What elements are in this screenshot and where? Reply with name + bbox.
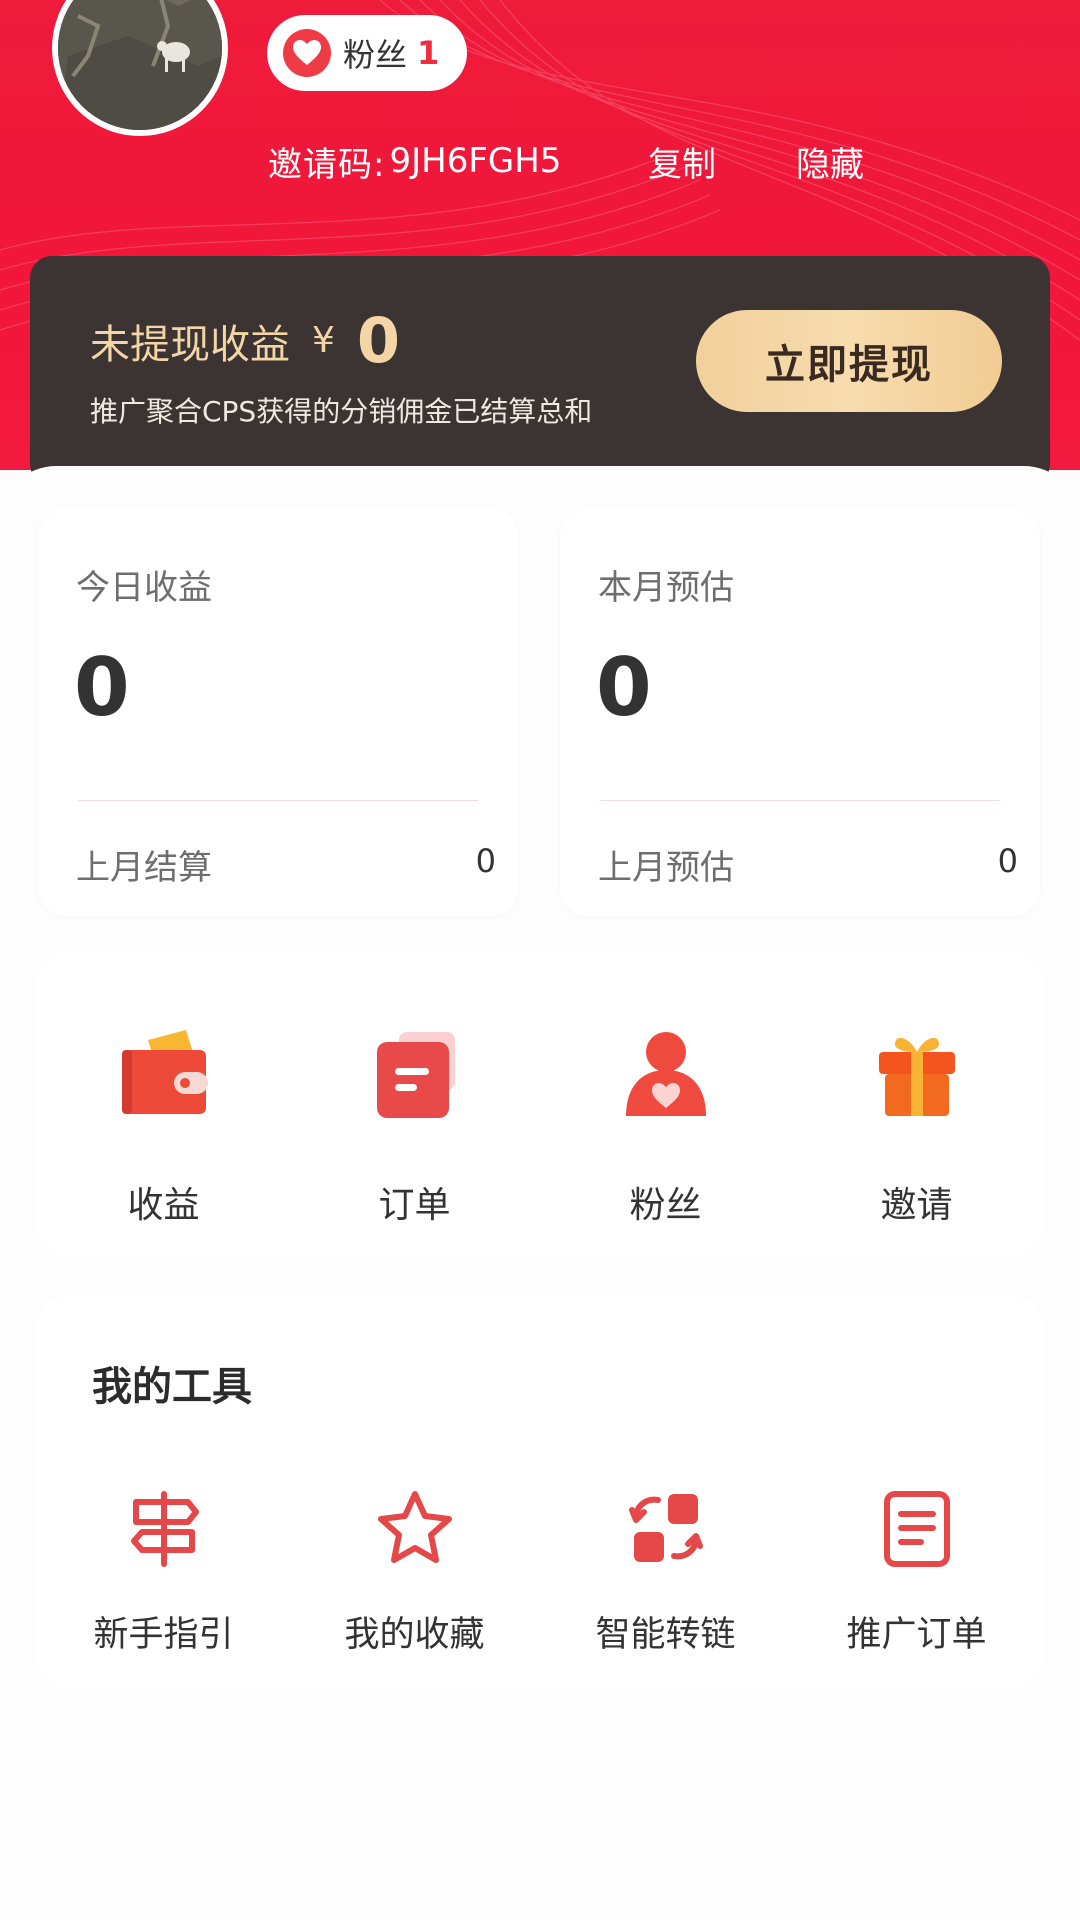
tool-label: 新手指引 [93,1615,234,1655]
stat-title: 本月预估 [598,568,734,608]
stat-sub-value: 0 [475,842,496,880]
gift-icon [867,1024,967,1124]
invite-code-row: 邀请码: 9JH6FGH5 复制 隐藏 [268,138,864,185]
month-estimate-card[interactable]: 本月预估 0 上月预估 0 [560,508,1040,916]
avatar-photo [58,0,222,130]
stat-divider [78,800,478,801]
my-tools-grid: 新手指引 我的收藏 智能转链 推广订单 [38,1486,1042,1676]
quick-action-label: 粉丝 [629,1185,702,1226]
tool-label: 智能转链 [595,1615,736,1655]
my-tools-title: 我的工具 [92,1364,252,1410]
stat-divider [600,800,1000,801]
invite-code-value: 9JH6FGH5 [389,141,562,181]
fans-badge[interactable]: 粉丝 1 [267,15,467,91]
quick-action-label: 订单 [378,1185,451,1226]
copy-invite-code-button[interactable]: 复制 [648,137,716,186]
withdraw-now-button[interactable]: 立即提现 [696,310,1002,412]
hide-invite-code-button[interactable]: 隐藏 [796,137,864,186]
signpost-icon [122,1486,206,1570]
quick-action-invite[interactable]: 邀请 [791,950,1042,1258]
tool-my-favorites[interactable]: 我的收藏 [289,1486,540,1676]
invite-code-label: 邀请码: [268,144,386,185]
star-icon [373,1486,457,1570]
stat-sub-label: 上月预估 [598,848,734,888]
quick-action-earnings[interactable]: 收益 [38,950,289,1258]
my-tools-card: 我的工具 新手指引 我的收藏 智能转链 推广订单 [38,1296,1042,1690]
stat-sub-label: 上月结算 [76,848,212,888]
order-icon [365,1024,465,1124]
quick-action-fans[interactable]: 粉丝 [540,950,791,1258]
document-icon [875,1486,959,1570]
heart-icon [283,29,331,77]
earnings-description: 推广聚合CPS获得的分销佣金已结算总和 [90,395,593,428]
wallet-icon [114,1024,214,1124]
quick-actions-grid: 收益 订单 粉丝 邀请 [38,950,1042,1258]
fans-count: 1 [417,34,440,72]
quick-action-orders[interactable]: 订单 [289,950,540,1258]
quick-actions-card: 收益 订单 粉丝 邀请 [38,950,1042,1258]
tool-label: 推广订单 [846,1615,987,1655]
stat-value: 0 [596,641,652,734]
currency-symbol: ¥ [312,320,335,361]
earnings-title-row: 未提现收益 ¥ 0 [90,304,400,377]
stat-title: 今日收益 [76,568,212,608]
stat-sub-value: 0 [997,842,1018,880]
fans-label: 粉丝 [343,36,408,74]
tool-label: 我的收藏 [344,1615,485,1655]
earnings-amount: 0 [356,304,401,377]
earnings-title: 未提现收益 [90,321,290,368]
today-earnings-card[interactable]: 今日收益 0 上月结算 0 [38,508,518,916]
fans-icon [616,1024,716,1124]
tool-beginner-guide[interactable]: 新手指引 [38,1486,289,1676]
convert-link-icon [624,1486,708,1570]
tool-smart-link-convert[interactable]: 智能转链 [540,1486,791,1676]
tool-promotion-orders[interactable]: 推广订单 [791,1486,1042,1676]
unwithdrawn-earnings-card: 未提现收益 ¥ 0 推广聚合CPS获得的分销佣金已结算总和 立即提现 [30,256,1050,486]
stat-value: 0 [74,641,130,734]
quick-action-label: 收益 [127,1185,200,1226]
quick-action-label: 邀请 [880,1185,953,1226]
